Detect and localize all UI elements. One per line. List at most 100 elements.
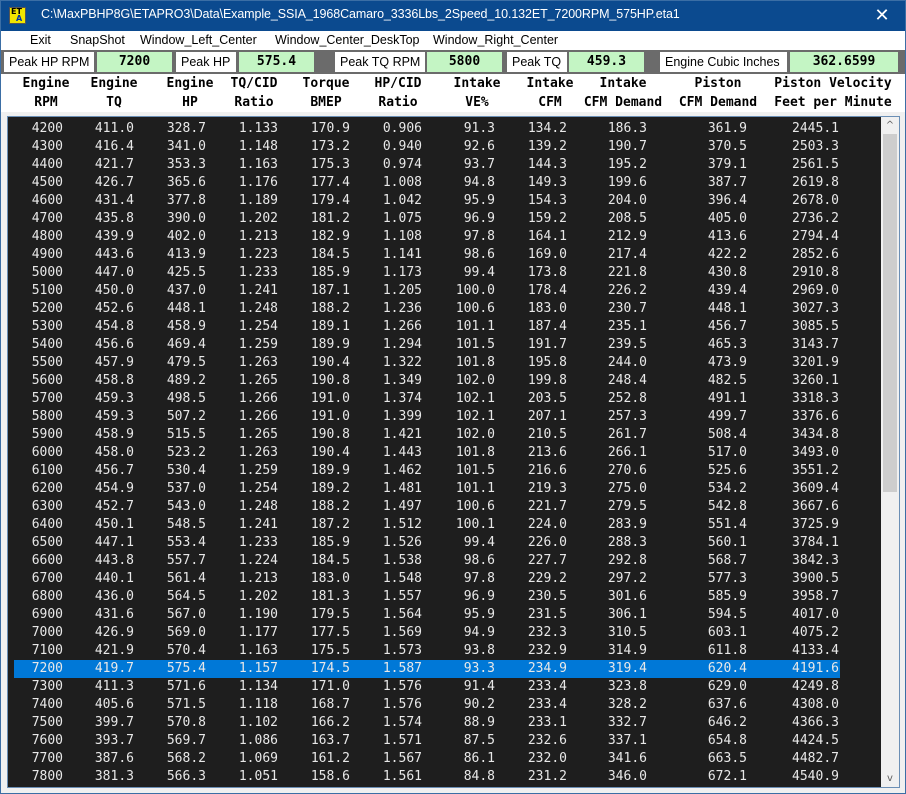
column-header-tq-cid-ratio[interactable]: TQ/CID Ratio (219, 74, 289, 112)
cell-torque-bmep: 190.8 (310, 373, 350, 388)
cell-engine-hp: 570.8 (166, 715, 206, 730)
cell-hp-cid-ratio: 1.399 (382, 409, 422, 424)
eta-app-icon[interactable]: ET A (9, 7, 26, 24)
column-header-engine-rpm[interactable]: Engine RPM (11, 74, 81, 112)
table-row[interactable]: 4900 443.6 413.9 1.223 184.5 1.141 98.6 169.0 21… (8, 246, 880, 264)
cell-hp-cid-ratio: 1.294 (382, 337, 422, 352)
table-row[interactable]: 4700 435.8 390.0 1.202 181.2 1.075 96.9 159.2 20… (8, 210, 880, 228)
cell-hp-cid-ratio: 1.561 (382, 769, 422, 784)
cell-engine-hp: 537.0 (166, 481, 206, 496)
table-row[interactable]: 7100 421.9 570.4 1.163 175.5 1.573 93.8 232.9 31… (8, 642, 880, 660)
table-row[interactable]: 5300 454.8 458.9 1.254 189.1 1.266 101.1 187.4 2… (8, 318, 880, 336)
cell-intake-cfm-demand: 328.2 (607, 697, 647, 712)
menu-window-right-center[interactable]: Window_Right_Center (433, 33, 558, 47)
cell-tq-cid-ratio: 1.189 (238, 193, 278, 208)
cell-torque-bmep: 182.9 (310, 229, 350, 244)
column-header-line1: Torque (302, 76, 350, 91)
vertical-scrollbar[interactable]: ^ v (881, 117, 899, 787)
table-row[interactable]: 6600 443.8 557.7 1.224 184.5 1.538 98.6 227.7 29… (8, 552, 880, 570)
cell-tq-cid-ratio: 1.086 (238, 733, 278, 748)
table-row[interactable]: 6700 440.1 561.4 1.213 183.0 1.548 97.8 229.2 29… (8, 570, 880, 588)
column-header-intake-cfm[interactable]: Intake CFM (520, 74, 580, 112)
cell-intake-cfm: 210.5 (527, 427, 567, 442)
cell-piston-cfm-demand: 405.0 (707, 211, 747, 226)
cell-engine-rpm: 7300 (31, 679, 63, 694)
table-row[interactable]: 7800 381.3 566.3 1.051 158.6 1.561 84.8 231.2 34… (8, 768, 880, 786)
table-row[interactable]: 4800 439.9 402.0 1.213 182.9 1.108 97.8 164.1 21… (8, 228, 880, 246)
cell-piston-velocity: 4424.5 (792, 733, 839, 748)
table-row[interactable]: 6900 431.6 567.0 1.190 179.5 1.564 95.9 231.5 30… (8, 606, 880, 624)
cell-piston-velocity: 4075.2 (792, 625, 839, 640)
table-row[interactable]: 7400 405.6 571.5 1.118 168.7 1.576 90.2 233.4 32… (8, 696, 880, 714)
column-header-hp-cid-ratio[interactable]: HP/CID Ratio (363, 74, 433, 112)
table-row[interactable]: 5800 459.3 507.2 1.266 191.0 1.399 102.1 207.1 2… (8, 408, 880, 426)
table-row[interactable]: 5600 458.8 489.2 1.265 190.8 1.349 102.0 199.8 2… (8, 372, 880, 390)
cell-engine-tq: 419.7 (94, 661, 134, 676)
table-row[interactable]: 4600 431.4 377.8 1.189 179.4 1.042 95.9 154.3 20… (8, 192, 880, 210)
table-row[interactable]: 7500 399.7 570.8 1.102 166.2 1.574 88.9 233.1 33… (8, 714, 880, 732)
cell-intake-cfm: 226.0 (527, 535, 567, 550)
scroll-thumb[interactable] (883, 134, 897, 492)
table-row[interactable]: 5500 457.9 479.5 1.263 190.4 1.322 101.8 195.8 2… (8, 354, 880, 372)
menu-snapshot[interactable]: SnapShot (70, 33, 125, 47)
menu-window-center-desktop[interactable]: Window_Center_DeskTop (275, 33, 420, 47)
cell-engine-hp: 571.6 (166, 679, 206, 694)
cell-tq-cid-ratio: 1.233 (238, 265, 278, 280)
table-row[interactable]: 6000 458.0 523.2 1.263 190.4 1.443 101.8 213.6 2… (8, 444, 880, 462)
table-row[interactable]: 4500 426.7 365.6 1.176 177.4 1.008 94.8 149.3 19… (8, 174, 880, 192)
cell-torque-bmep: 189.9 (310, 337, 350, 352)
peak-tq-label: Peak TQ (507, 52, 567, 72)
cell-intake-cfm-demand: 235.1 (607, 319, 647, 334)
cell-hp-cid-ratio: 0.940 (382, 139, 422, 154)
cell-tq-cid-ratio: 1.248 (238, 301, 278, 316)
table-row[interactable]: 6400 450.1 548.5 1.241 187.2 1.512 100.1 224.0 2… (8, 516, 880, 534)
table-row[interactable]: 6200 454.9 537.0 1.254 189.2 1.481 101.1 219.3 2… (8, 480, 880, 498)
column-header-intake-cfm-demand[interactable]: Intake CFM Demand (578, 74, 668, 112)
column-header-engine-tq[interactable]: Engine TQ (79, 74, 149, 112)
column-header-engine-hp[interactable]: Engine HP (155, 74, 225, 112)
cell-torque-bmep: 179.4 (310, 193, 350, 208)
table-row[interactable]: 6300 452.7 543.0 1.248 188.2 1.497 100.6 221.7 2… (8, 498, 880, 516)
cell-hp-cid-ratio: 1.557 (382, 589, 422, 604)
table-row[interactable]: 5200 452.6 448.1 1.248 188.2 1.236 100.6 183.0 2… (8, 300, 880, 318)
column-header-intake-ve[interactable]: Intake VE% (437, 74, 517, 112)
table-row[interactable]: 4300 416.4 341.0 1.148 173.2 0.940 92.6 139.2 19… (8, 138, 880, 156)
cell-intake-cfm: 154.3 (527, 193, 567, 208)
table-row[interactable]: 5700 459.3 498.5 1.266 191.0 1.374 102.1 203.5 2… (8, 390, 880, 408)
table-row[interactable]: 7300 411.3 571.6 1.134 171.0 1.576 91.4 233.4 32… (8, 678, 880, 696)
cell-tq-cid-ratio: 1.202 (238, 211, 278, 226)
column-header-line2: RPM (34, 95, 58, 110)
table-row[interactable]: 5000 447.0 425.5 1.233 185.9 1.173 99.4 173.8 22… (8, 264, 880, 282)
cell-engine-tq: 456.7 (94, 463, 134, 478)
table-row[interactable]: 6100 456.7 530.4 1.259 189.9 1.462 101.5 216.6 2… (8, 462, 880, 480)
table-row[interactable]: 4200 411.0 328.7 1.133 170.9 0.906 91.3 134.2 18… (8, 120, 880, 138)
table-row[interactable]: 4400 421.7 353.3 1.163 175.3 0.974 93.7 144.3 19… (8, 156, 880, 174)
cell-piston-velocity: 4133.4 (792, 643, 839, 658)
scroll-down-button[interactable]: v (881, 770, 899, 787)
cell-engine-tq: 421.9 (94, 643, 134, 658)
scroll-up-button[interactable]: ^ (881, 117, 899, 134)
data-grid[interactable]: 4200 411.0 328.7 1.133 170.9 0.906 91.3 134.2 18… (7, 116, 900, 788)
cell-piston-velocity: 2503.3 (792, 139, 839, 154)
cell-torque-bmep: 171.0 (310, 679, 350, 694)
table-row[interactable]: 7000 426.9 569.0 1.177 177.5 1.569 94.9 232.3 31… (8, 624, 880, 642)
table-row[interactable]: 6800 436.0 564.5 1.202 181.3 1.557 96.9 230.5 30… (8, 588, 880, 606)
column-header-torque-bmep[interactable]: Torque BMEP (291, 74, 361, 112)
cell-intake-ve: 90.2 (463, 697, 495, 712)
cell-engine-rpm: 7800 (31, 769, 63, 784)
table-row[interactable]: 5900 458.9 515.5 1.265 190.8 1.421 102.0 210.5 2… (8, 426, 880, 444)
close-button[interactable]: ✕ (859, 1, 905, 31)
table-row[interactable]: 7200 419.7 575.4 1.157 174.5 1.587 93.3 234.9 31… (8, 660, 880, 678)
table-row[interactable]: 6500 447.1 553.4 1.233 185.9 1.526 99.4 226.0 28… (8, 534, 880, 552)
menu-window-left-center[interactable]: Window_Left_Center (140, 33, 257, 47)
menu-exit[interactable]: Exit (30, 33, 51, 47)
table-row[interactable]: 5100 450.0 437.0 1.241 187.1 1.205 100.0 178.4 2… (8, 282, 880, 300)
table-row[interactable]: 7700 387.6 568.2 1.069 161.2 1.567 86.1 232.0 34… (8, 750, 880, 768)
table-row[interactable]: 5400 456.6 469.4 1.259 189.9 1.294 101.5 191.7 2… (8, 336, 880, 354)
table-row[interactable]: 7600 393.7 569.7 1.086 163.7 1.571 87.5 232.6 33… (8, 732, 880, 750)
cell-engine-hp: 353.3 (166, 157, 206, 172)
column-header-piston-velocity[interactable]: Piston Velocity Feet per Minute (768, 74, 898, 112)
column-header-piston-cfm-demand[interactable]: Piston CFM Demand (673, 74, 763, 112)
cell-engine-hp: 557.7 (166, 553, 206, 568)
cell-intake-cfm-demand: 239.5 (607, 337, 647, 352)
